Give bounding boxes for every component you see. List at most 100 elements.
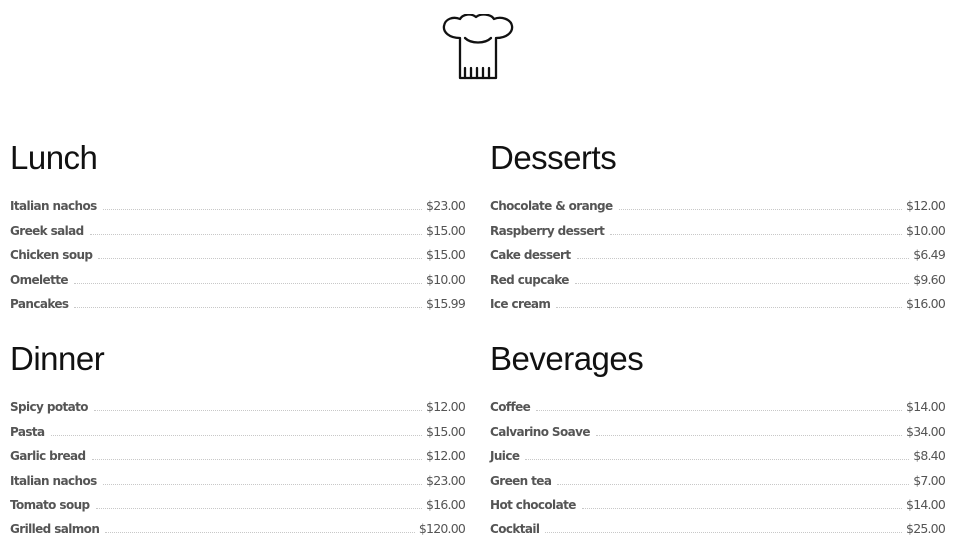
menu-item-price: $25.00: [906, 521, 946, 537]
menu-item-name: Spicy potato: [10, 400, 89, 415]
menu-item-price: $23.00: [426, 198, 466, 214]
menu-item: Red cupcake $9.60: [490, 262, 946, 287]
dotted-leader: [98, 258, 423, 260]
menu-item-name: Juice: [490, 449, 520, 464]
menu-item: Cake dessert $6.49: [490, 238, 946, 263]
menu-item-price: $120.00: [418, 521, 466, 537]
menu-item: Tomato soup $16.00: [10, 488, 466, 512]
menu-item: Grilled salmon $120.00: [10, 512, 466, 537]
menu-item-price: $6.49: [913, 247, 946, 263]
menu-item: Green tea $7.00: [490, 463, 946, 488]
menu-list: Spicy potato $12.00 Pasta $15.00 Garlic brea…: [10, 390, 466, 537]
menu-item-name: Calvarino Soave: [490, 424, 590, 439]
menu-section-beverages: Beverages Coffee $14.00 Calvarino Soave $34…: [490, 339, 946, 537]
menu-item-name: Coffee: [490, 400, 531, 415]
menu-item-price: $8.40: [913, 448, 946, 464]
menu-item-price: $15.00: [426, 423, 466, 439]
dotted-leader: [95, 507, 423, 509]
menu-item: Garlic bread $12.00: [10, 439, 466, 464]
menu-item-name: Hot chocolate: [490, 497, 576, 512]
dotted-leader: [102, 483, 423, 485]
menu-item: Raspberry dessert $10.00: [490, 213, 946, 238]
section-title: Beverages: [490, 340, 644, 377]
dotted-leader: [525, 459, 910, 461]
menu-list: Coffee $14.00 Calvarino Soave $34.00 Juice $8…: [490, 390, 946, 537]
menu-item: Pasta $15.00: [10, 414, 466, 439]
menu-item-price: $12.00: [906, 198, 946, 214]
dotted-leader: [536, 410, 903, 412]
menu-item-name: Grilled salmon: [10, 522, 100, 537]
menu-item: Italian nachos $23.00: [10, 189, 466, 214]
menu-item-name: Garlic bread: [10, 449, 86, 464]
menu-section-desserts: Desserts Chocolate & orange $12.00 Raspber…: [490, 138, 946, 311]
menu-section-dinner: Dinner Spicy potato $12.00 Pasta $15.00 Garl…: [10, 339, 466, 537]
menu-item: Chicken soup $15.00: [10, 238, 466, 263]
menu-list: Italian nachos $23.00 Greek salad $15.00 Chi…: [10, 189, 466, 311]
menu-item-price: $16.00: [906, 295, 946, 311]
menu-item-price: $23.00: [426, 472, 466, 488]
menu-item: Spicy potato $12.00: [10, 390, 466, 415]
menu-item-name: Chocolate & orange: [490, 199, 613, 214]
dotted-leader: [91, 459, 423, 461]
menu-item-price: $7.00: [913, 472, 946, 488]
menu-item: Hot chocolate $14.00: [490, 488, 946, 512]
dotted-leader: [93, 410, 423, 412]
menu-item: Italian nachos $23.00: [10, 463, 466, 488]
menu-item-name: Greek salad: [10, 223, 84, 238]
menu-item-price: $9.60: [913, 271, 946, 287]
menu-item-price: $10.00: [426, 271, 466, 287]
menu-item-name: Green tea: [490, 473, 552, 488]
menu-item: Calvarino Soave $34.00: [490, 414, 946, 439]
dotted-leader: [73, 282, 423, 284]
menu-item: Ice cream $16.00: [490, 287, 946, 311]
dotted-leader: [50, 434, 423, 436]
menu-item-price: $12.00: [426, 448, 466, 464]
menu-item-name: Italian nachos: [10, 473, 97, 488]
menu-item-name: Cocktail: [490, 522, 540, 537]
menu-item-name: Pancakes: [10, 296, 69, 311]
dotted-leader: [557, 483, 910, 485]
dotted-leader: [102, 209, 423, 211]
menu-item-price: $12.00: [426, 399, 466, 415]
dotted-leader: [610, 233, 903, 235]
section-title: Dinner: [10, 340, 105, 377]
menu-item-price: $15.00: [426, 247, 466, 263]
menu-item-price: $15.00: [426, 222, 466, 238]
menu-section-lunch: Lunch Italian nachos $23.00 Greek salad $15…: [10, 138, 466, 311]
menu-item: Greek salad $15.00: [10, 213, 466, 238]
dotted-leader: [545, 532, 903, 534]
menu-item: Pancakes $15.99: [10, 287, 466, 311]
dotted-leader: [74, 306, 423, 308]
menu-item-price: $10.00: [906, 222, 946, 238]
menu-item-name: Pasta: [10, 424, 45, 439]
menu-item: Omelette $10.00: [10, 262, 466, 287]
menu-item: Chocolate & orange $12.00: [490, 189, 946, 214]
dotted-leader: [576, 258, 910, 260]
chef-hat-icon: [441, 13, 515, 82]
menu-item: Coffee $14.00: [490, 390, 946, 415]
menu-item-price: $15.99: [426, 295, 466, 311]
menu-item: Juice $8.40: [490, 439, 946, 464]
menu-item-name: Red cupcake: [490, 272, 569, 287]
menu-item-name: Raspberry dessert: [490, 223, 605, 238]
dotted-leader: [556, 306, 903, 308]
menu-item-price: $16.00: [426, 496, 466, 512]
dotted-leader: [618, 209, 903, 211]
menu-item: Cocktail $25.00: [490, 512, 946, 537]
menu-item-name: Cake dessert: [490, 248, 571, 263]
menu-list: Chocolate & orange $12.00 Raspberry desser…: [490, 189, 946, 311]
section-title: Lunch: [10, 139, 98, 176]
section-title: Desserts: [490, 139, 617, 176]
menu-item-price: $14.00: [906, 399, 946, 415]
menu-item-name: Tomato soup: [10, 497, 90, 512]
menu-item-name: Chicken soup: [10, 248, 93, 263]
menu-item-name: Ice cream: [490, 296, 551, 311]
menu-item-price: $14.00: [906, 496, 946, 512]
dotted-leader: [105, 532, 415, 534]
menu-item-name: Italian nachos: [10, 199, 97, 214]
menu-item-price: $34.00: [906, 423, 946, 439]
dotted-leader: [595, 434, 903, 436]
dotted-leader: [581, 507, 903, 509]
menu-item-name: Omelette: [10, 272, 69, 287]
dotted-leader: [89, 233, 423, 235]
